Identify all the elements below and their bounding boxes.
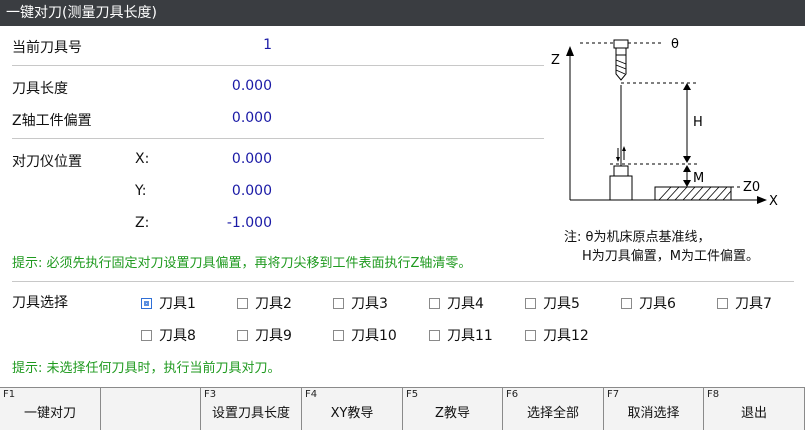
note-line-2: H为刀具偏置，M为工件偏置。: [582, 249, 759, 264]
checkbox-box[interactable]: [141, 329, 152, 341]
theta-label: θ: [671, 37, 679, 52]
checkbox-box[interactable]: [525, 329, 536, 341]
checkbox-label: 刀具11: [447, 328, 493, 344]
tool-bit: [615, 54, 627, 81]
setter-z-value: -1.000: [226, 215, 272, 231]
tool-checkbox-2[interactable]: 刀具2: [237, 294, 292, 312]
z0-label: Z0: [743, 180, 760, 195]
function-key-label: 选择全部: [526, 406, 579, 421]
checkbox-box[interactable]: [333, 297, 344, 309]
tool-checkbox-10[interactable]: 刀具10: [333, 326, 397, 344]
function-key-number: F7: [607, 389, 620, 400]
current-tool-label: 当前刀具号: [12, 40, 82, 56]
function-key-3[interactable]: F3 设置刀具长度: [201, 388, 302, 430]
checkbox-box[interactable]: [141, 297, 152, 309]
function-key-label: XY教导: [330, 406, 374, 421]
note-line-1: 注: θ为机床原点基准线，: [564, 230, 711, 245]
checkbox-label: 刀具2: [255, 296, 292, 312]
current-tool-value: 1: [263, 37, 272, 53]
tool-holder: [613, 39, 629, 49]
checkbox-box[interactable]: [237, 329, 248, 341]
checkbox-label: 刀具10: [351, 328, 397, 344]
checkbox-label: 刀具3: [351, 296, 388, 312]
function-key-bar: F1 一键对刀 F3 设置刀具长度 F4 XY教导 F5 Z教导 F6 选择全部 F7 取消选择 F8 退…: [0, 387, 805, 430]
tool-length-label: 刀具长度: [12, 81, 68, 97]
separator: [12, 65, 544, 66]
tool-checkbox-4[interactable]: 刀具4: [429, 294, 484, 312]
checkbox-box[interactable]: [429, 329, 440, 341]
function-key-number: F8: [707, 389, 720, 400]
tool-checkbox-3[interactable]: 刀具3: [333, 294, 388, 312]
function-key-4[interactable]: F4 XY教导: [302, 388, 403, 430]
z-axis-arrow: [566, 46, 574, 56]
checkbox-label: 刀具9: [255, 328, 292, 344]
function-key-6[interactable]: F6 选择全部: [503, 388, 604, 430]
tool-checkbox-11[interactable]: 刀具11: [429, 326, 493, 344]
tool-checkbox-9[interactable]: 刀具9: [237, 326, 292, 344]
tool-checkbox-1[interactable]: 刀具1: [141, 294, 196, 312]
checkbox-box[interactable]: [621, 297, 632, 309]
tool-setter-top: [613, 165, 629, 177]
setter-y-label: Y:: [135, 183, 147, 199]
tool-checkbox-5[interactable]: 刀具5: [525, 294, 580, 312]
checkbox-label: 刀具7: [735, 296, 772, 312]
z-offset-value: 0.000: [231, 110, 272, 126]
tool-setter-body: [609, 175, 633, 201]
tool-checkbox-12[interactable]: 刀具12: [525, 326, 589, 344]
function-key-7[interactable]: F7 取消选择: [604, 388, 704, 430]
diagram-note: 注: θ为机床原点基准线， H为刀具偏置，M为工件偏置。: [564, 228, 759, 266]
checkbox-label: 刀具1: [159, 296, 196, 312]
function-key-label: 退出: [740, 406, 767, 421]
hint-text: 提示: 必须先执行固定对刀设置刀具偏置，再将刀尖移到工件表面执行Z轴清零。: [12, 256, 472, 271]
z-offset-label: Z轴工件偏置: [12, 113, 92, 129]
function-key-number: F1: [3, 389, 16, 400]
z-axis-label: Z: [551, 53, 560, 68]
checkbox-box[interactable]: [429, 297, 440, 309]
checkbox-label: 刀具8: [159, 328, 196, 344]
checkbox-label: 刀具6: [639, 296, 676, 312]
m-label: M: [693, 171, 704, 186]
separator: [12, 138, 544, 139]
function-key-number: F6: [506, 389, 519, 400]
function-key-label: 取消选择: [627, 406, 680, 421]
checkbox-box[interactable]: [717, 297, 728, 309]
checkbox-label: 刀具12: [543, 328, 589, 344]
tool-offset-diagram: θ Z X H M Z0: [551, 37, 778, 209]
x-axis-arrow: [757, 196, 767, 204]
checkbox-label: 刀具5: [543, 296, 580, 312]
function-key-1[interactable]: F1 一键对刀: [0, 388, 101, 430]
function-key-number: F4: [305, 389, 318, 400]
checkbox-box[interactable]: [333, 329, 344, 341]
tool-checkbox-8[interactable]: 刀具8: [141, 326, 196, 344]
function-key-2[interactable]: [101, 388, 201, 430]
setter-x-label: X:: [135, 151, 150, 167]
setter-y-value: 0.000: [231, 183, 272, 199]
setter-position-label: 对刀仪位置: [12, 154, 82, 170]
window-title: 一键对刀(测量刀具长度): [0, 0, 805, 26]
tool-checkbox-7[interactable]: 刀具7: [717, 294, 772, 312]
setter-x-value: 0.000: [231, 151, 272, 167]
checkbox-label: 刀具4: [447, 296, 484, 312]
setter-z-label: Z:: [135, 215, 150, 231]
tool-length-value: 0.000: [231, 78, 272, 94]
x-axis-label: X: [769, 194, 778, 209]
function-key-number: F5: [406, 389, 419, 400]
function-key-label: 设置刀具长度: [211, 406, 290, 421]
checkbox-box[interactable]: [237, 297, 248, 309]
tool-select-label: 刀具选择: [12, 295, 68, 311]
hint-text-2: 提示: 未选择任何刀具时，执行当前刀具对刀。: [12, 361, 281, 376]
function-key-label: 一键对刀: [23, 406, 76, 421]
function-key-8[interactable]: F8 退出: [704, 388, 805, 430]
checkbox-box[interactable]: [525, 297, 536, 309]
tool-checkbox-6[interactable]: 刀具6: [621, 294, 676, 312]
function-key-label: Z教导: [435, 406, 470, 421]
separator: [12, 281, 794, 282]
function-key-number: F3: [204, 389, 217, 400]
h-label: H: [693, 115, 703, 130]
function-key-5[interactable]: F5 Z教导: [403, 388, 503, 430]
